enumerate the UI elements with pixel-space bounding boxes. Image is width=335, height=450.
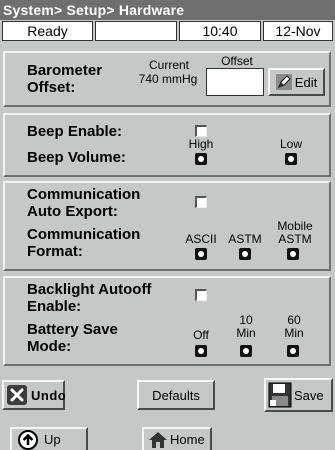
home-button[interactable]: Home (142, 427, 212, 450)
current-barometer-value: 740 mmHg (138, 72, 198, 86)
edit-button[interactable]: Edit (268, 68, 325, 96)
status-date: 12-Nov (263, 21, 333, 41)
battery-off-radio[interactable] (195, 345, 207, 357)
defaults-button[interactable]: Defaults (137, 380, 215, 410)
status-message (95, 21, 177, 41)
volume-high-radio[interactable] (195, 153, 207, 165)
format-ascii-label: ASCII (185, 232, 217, 246)
volume-low-radio[interactable] (285, 153, 297, 165)
format-mobile-astm-label: Mobile ASTM (277, 219, 313, 246)
barometer-panel: Barometer Offset: Current 740 mmHg Offse… (3, 51, 331, 107)
edit-button-label: Edit (294, 74, 318, 90)
auto-export-checkbox[interactable] (195, 196, 207, 208)
undo-button[interactable]: Undo (2, 380, 67, 410)
battery-off-label: Off (193, 328, 209, 342)
home-icon (148, 430, 168, 450)
beep-enable-label: Beep Enable: (27, 123, 123, 140)
communication-panel: Communication Auto Export: Communication… (3, 181, 331, 271)
volume-low-label: Low (279, 137, 302, 151)
beep-panel: Beep Enable: Beep Volume: High Low (3, 113, 331, 177)
title-bar: System> Setup> Hardware (0, 0, 335, 20)
offset-input[interactable] (206, 68, 264, 96)
backlight-autooff-label: Backlight Autooff Enable: (27, 281, 152, 315)
save-button[interactable]: Save (264, 378, 333, 412)
breadcrumb: System> Setup> Hardware (3, 2, 185, 18)
format-mobile-astm-radio[interactable] (287, 248, 299, 260)
format-astm-radio[interactable] (239, 248, 251, 260)
home-button-label: Home (170, 432, 205, 447)
format-ascii-radio[interactable] (195, 248, 207, 260)
beep-enable-checkbox[interactable] (195, 125, 207, 137)
offset-label: Offset (221, 54, 253, 68)
undo-button-label: Undo (31, 387, 67, 403)
barometer-offset-label: Barometer Offset: (27, 62, 103, 96)
beep-volume-label: Beep Volume: (27, 149, 126, 166)
battery-60min-label: 60 Min (284, 313, 304, 340)
battery-save-label: Battery Save Mode: (27, 321, 118, 355)
up-button-label: Up (44, 432, 61, 447)
auto-export-label: Communication Auto Export: (27, 186, 141, 220)
communication-format-label: Communication Format: (27, 226, 141, 260)
current-label: Current (148, 58, 189, 72)
backlight-panel: Backlight Autooff Enable: Battery Save M… (3, 276, 331, 366)
status-time: 10:40 (179, 21, 261, 41)
floppy-disk-icon (268, 382, 292, 408)
up-arrow-icon (18, 429, 38, 450)
up-button[interactable]: Up (10, 427, 88, 450)
backlight-autooff-checkbox[interactable] (195, 289, 207, 301)
save-button-label: Save (294, 387, 324, 403)
volume-high-label: High (188, 137, 214, 151)
battery-60min-radio[interactable] (287, 345, 299, 357)
defaults-button-label: Defaults (152, 387, 200, 403)
close-x-icon (7, 385, 27, 405)
battery-10min-radio[interactable] (240, 345, 252, 357)
status-state: Ready (2, 21, 93, 41)
battery-10min-label: 10 Min (236, 313, 256, 340)
pencil-icon (275, 74, 292, 90)
format-astm-label: ASTM (228, 232, 262, 246)
